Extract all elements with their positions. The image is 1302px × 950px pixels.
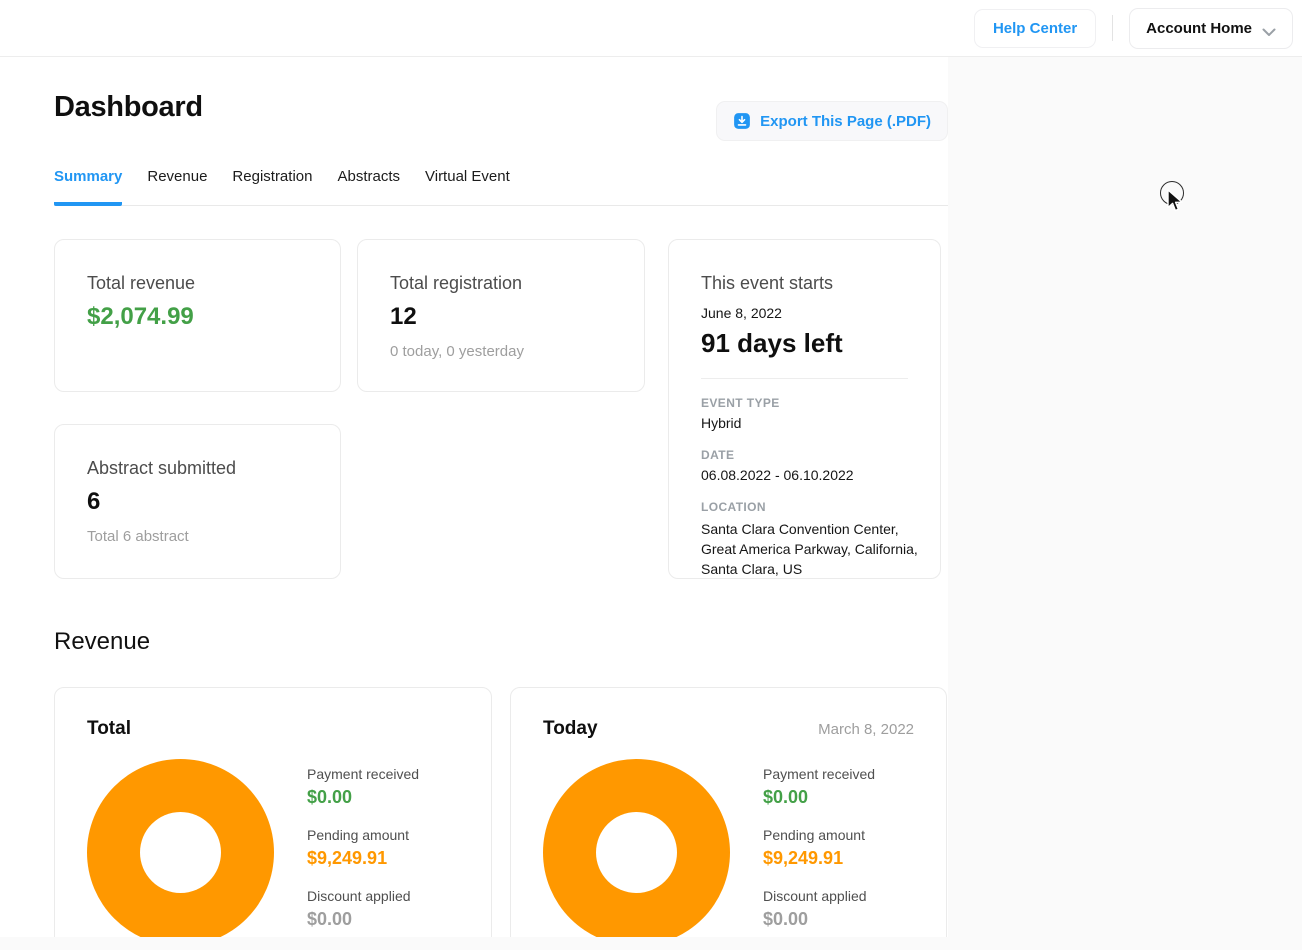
revenue-total-title: Total bbox=[87, 718, 131, 740]
revenue-total-donut-chart bbox=[87, 759, 274, 937]
topbar-divider bbox=[1112, 15, 1113, 41]
stat-value: $0.00 bbox=[763, 787, 875, 808]
total-revenue-label: Total revenue bbox=[87, 273, 308, 294]
revenue-today-date: March 8, 2022 bbox=[818, 721, 914, 738]
abstract-submitted-card: Abstract submitted 6 Total 6 abstract bbox=[54, 424, 341, 579]
tab-revenue[interactable]: Revenue bbox=[147, 168, 207, 206]
total-registration-value: 12 bbox=[390, 303, 612, 331]
tab-registration[interactable]: Registration bbox=[232, 168, 312, 206]
stat-label: Payment received bbox=[763, 766, 875, 782]
stat-value: $9,249.91 bbox=[307, 848, 419, 869]
help-center-button[interactable]: Help Center bbox=[974, 9, 1096, 48]
stat-value: $0.00 bbox=[763, 909, 875, 930]
tab-abstracts[interactable]: Abstracts bbox=[337, 168, 400, 206]
download-icon bbox=[733, 112, 751, 130]
export-pdf-label: Export This Page (.PDF) bbox=[760, 113, 931, 130]
event-starts-label: This event starts bbox=[701, 273, 908, 294]
event-location-label: LOCATION bbox=[701, 500, 908, 514]
tab-bar: Summary Revenue Registration Abstracts V… bbox=[54, 168, 948, 206]
stat-value: $0.00 bbox=[307, 787, 419, 808]
abstract-submitted-value: 6 bbox=[87, 488, 308, 516]
total-revenue-value: $2,074.99 bbox=[87, 303, 308, 331]
stat-payment-received: Payment received $0.00 bbox=[307, 766, 419, 808]
abstract-submitted-sub: Total 6 abstract bbox=[87, 528, 308, 545]
stat-label: Pending amount bbox=[307, 827, 419, 843]
total-registration-sub: 0 today, 0 yesterday bbox=[390, 343, 612, 360]
export-pdf-button[interactable]: Export This Page (.PDF) bbox=[716, 101, 948, 141]
event-divider bbox=[701, 378, 908, 379]
dashboard-page: Help Center Account Home Dashboard bbox=[0, 0, 1302, 950]
mouse-cursor-icon bbox=[1166, 189, 1184, 218]
abstract-submitted-label: Abstract submitted bbox=[87, 458, 308, 479]
stat-value: $0.00 bbox=[307, 909, 419, 930]
total-registration-card: Total registration 12 0 today, 0 yesterd… bbox=[357, 239, 645, 392]
stat-discount-applied: Discount applied $0.00 bbox=[763, 888, 875, 930]
stat-label: Discount applied bbox=[307, 888, 419, 904]
event-start-date: June 8, 2022 bbox=[701, 305, 908, 321]
account-home-button[interactable]: Account Home bbox=[1129, 8, 1293, 49]
event-type-value: Hybrid bbox=[701, 415, 908, 431]
revenue-today-card: Today March 8, 2022 Payment received $0.… bbox=[510, 687, 947, 937]
stat-label: Discount applied bbox=[763, 888, 875, 904]
page-title: Dashboard bbox=[54, 91, 203, 124]
tab-summary[interactable]: Summary bbox=[54, 168, 122, 206]
stat-payment-received: Payment received $0.00 bbox=[763, 766, 875, 808]
revenue-total-card: Total Payment received $0.00 Pending amo… bbox=[54, 687, 492, 937]
revenue-today-title: Today bbox=[543, 718, 598, 740]
stat-discount-applied: Discount applied $0.00 bbox=[307, 888, 419, 930]
total-revenue-card: Total revenue $2,074.99 bbox=[54, 239, 341, 392]
event-info-card: This event starts June 8, 2022 91 days l… bbox=[668, 239, 941, 579]
top-bar: Help Center Account Home bbox=[0, 0, 1302, 57]
revenue-today-donut-chart bbox=[543, 759, 730, 937]
event-location-value: Santa Clara Convention Center, Great Ame… bbox=[701, 519, 935, 579]
event-type-label: EVENT TYPE bbox=[701, 396, 908, 410]
event-date-label: DATE bbox=[701, 448, 908, 462]
tab-virtual-event[interactable]: Virtual Event bbox=[425, 168, 510, 206]
event-date-range: 06.08.2022 - 06.10.2022 bbox=[701, 467, 908, 483]
main-content: Dashboard Export This Page (.PDF) Summar… bbox=[0, 57, 948, 937]
stat-value: $9,249.91 bbox=[763, 848, 875, 869]
chevron-down-icon bbox=[1262, 24, 1276, 33]
stat-pending-amount: Pending amount $9,249.91 bbox=[307, 827, 419, 869]
stat-label: Pending amount bbox=[763, 827, 875, 843]
event-days-left: 91 days left bbox=[701, 328, 908, 359]
stat-pending-amount: Pending amount $9,249.91 bbox=[763, 827, 875, 869]
account-home-label: Account Home bbox=[1146, 20, 1252, 37]
total-registration-label: Total registration bbox=[390, 273, 612, 294]
stat-label: Payment received bbox=[307, 766, 419, 782]
revenue-section-title: Revenue bbox=[54, 628, 948, 656]
